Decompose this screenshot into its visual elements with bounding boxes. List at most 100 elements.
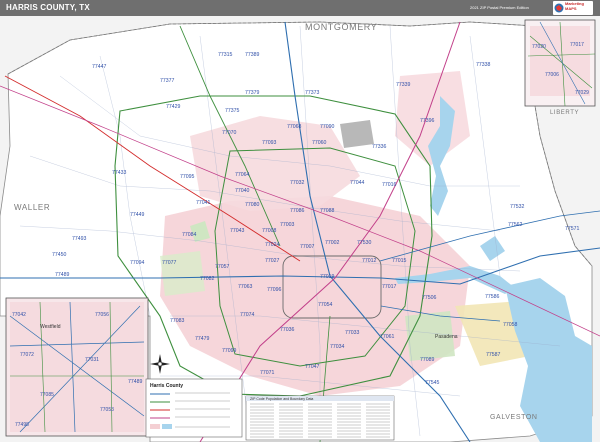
zip-label: 77043 bbox=[230, 228, 245, 234]
inset-sw-zip-1: 77042 bbox=[12, 312, 26, 318]
zip-label: 77532 bbox=[510, 204, 525, 210]
zip-label: 77339 bbox=[396, 82, 411, 88]
inset-zip-1: 77020 bbox=[532, 44, 546, 50]
legend-swatch-2 bbox=[162, 424, 172, 429]
zip-label: 77336 bbox=[372, 144, 387, 150]
legend-swatch-1 bbox=[150, 424, 160, 429]
county-label: GALVESTON bbox=[490, 414, 538, 421]
map-svg[interactable]: 77020 77017 77006 77029 Westfield 77042 … bbox=[0, 16, 600, 442]
zip-label: 77396 bbox=[420, 118, 435, 124]
inset-southwest: Westfield 77042 77056 77072 77031 77085 … bbox=[5, 297, 149, 437]
zip-label: 77489 bbox=[55, 272, 70, 278]
zip-label: 77373 bbox=[305, 90, 320, 96]
zip-label: 77545 bbox=[425, 380, 440, 386]
inset-sw-zip-4: 77031 bbox=[85, 357, 99, 363]
zip-label: 77095 bbox=[180, 174, 195, 180]
legend-title: Harris County bbox=[150, 383, 183, 389]
zip-label: 77389 bbox=[245, 52, 260, 58]
zip-label: 77002 bbox=[325, 240, 340, 246]
zip-label: 77433 bbox=[112, 170, 127, 176]
zip-label: 77041 bbox=[196, 200, 211, 206]
zip-label: 77093 bbox=[262, 140, 277, 146]
zip-label: 77016 bbox=[382, 182, 397, 188]
zip-label: 77012 bbox=[362, 258, 377, 264]
inset-sw-zip-3: 77072 bbox=[20, 352, 34, 358]
zip-label: 77058 bbox=[503, 322, 518, 328]
zip-label: 77015 bbox=[392, 258, 407, 264]
zip-label: 77086 bbox=[290, 208, 305, 214]
zip-label: 77088 bbox=[320, 208, 335, 214]
zip-label: 77082 bbox=[200, 276, 215, 282]
zip-label: 77068 bbox=[287, 124, 302, 130]
zip-label: 77571 bbox=[565, 226, 580, 232]
zip-table-frame bbox=[245, 395, 395, 441]
zip-label: 77489 bbox=[128, 379, 143, 385]
zip-label: 77074 bbox=[240, 312, 255, 318]
zip-label: 77379 bbox=[245, 90, 260, 96]
zip-label: 77017 bbox=[382, 284, 397, 290]
inset-southwest-place: Westfield bbox=[40, 324, 61, 330]
zip-label: 77089 bbox=[420, 357, 435, 363]
zip-label: 77315 bbox=[218, 52, 233, 58]
zip-table-title: ZIP Code Population and Boundary Data bbox=[250, 397, 313, 401]
publisher-logo: Marketing MAPS bbox=[553, 1, 593, 15]
zip-label: 77019 bbox=[320, 274, 335, 280]
zip-label: 77429 bbox=[166, 104, 181, 110]
title-bar: HARRIS COUNTY, TX 2021 ZIP Postal Premiu… bbox=[0, 0, 600, 16]
zip-label: 77080 bbox=[245, 202, 260, 208]
zip-label: 77090 bbox=[320, 124, 335, 130]
inset-sw-zip-5: 77085 bbox=[40, 392, 54, 398]
zip-label: 77096 bbox=[267, 287, 282, 293]
zip-label: 77044 bbox=[350, 180, 365, 186]
zip-label: 77375 bbox=[225, 108, 240, 114]
zip-label: 77587 bbox=[486, 352, 501, 358]
zip-label: 77450 bbox=[52, 252, 67, 258]
edition-label: 2021 ZIP Postal Premium Edition bbox=[470, 5, 529, 10]
county-label: WALLER bbox=[14, 203, 50, 212]
zip-label: 77084 bbox=[182, 232, 197, 238]
inset-northeast: 77020 77017 77006 77029 bbox=[524, 19, 596, 107]
inset-southwest-urban bbox=[10, 302, 144, 432]
zip-label: 77003 bbox=[280, 222, 295, 228]
inset-sw-zip-7: 77498 bbox=[15, 422, 29, 428]
zip-label: 77083 bbox=[170, 318, 185, 324]
zip-label: 77377 bbox=[160, 78, 175, 84]
map-title: HARRIS COUNTY, TX bbox=[6, 3, 90, 12]
zip-label: 77562 bbox=[508, 222, 523, 228]
zip-label: 77027 bbox=[265, 258, 280, 264]
inset-zip-4: 77029 bbox=[575, 90, 589, 96]
county-label: MONTGOMERY bbox=[305, 22, 377, 32]
legend: Harris County bbox=[145, 378, 243, 438]
zip-label: 77060 bbox=[312, 140, 327, 146]
place-label-pasadena: Pasadena bbox=[435, 334, 458, 340]
zip-label: 77040 bbox=[235, 188, 250, 194]
zip-label: 77449 bbox=[130, 212, 145, 218]
airport-iah bbox=[340, 120, 374, 148]
map-canvas[interactable]: 77020 77017 77006 77029 Westfield 77042 … bbox=[0, 16, 600, 442]
inset-sw-zip-6: 77053 bbox=[100, 407, 114, 413]
county-label: LIBERTY bbox=[550, 110, 579, 116]
zip-label: 77094 bbox=[130, 260, 145, 266]
zip-label: 77024 bbox=[265, 242, 280, 248]
zip-label: 77586 bbox=[485, 294, 500, 300]
zip-label: 77063 bbox=[238, 284, 253, 290]
zip-label: 77071 bbox=[260, 370, 275, 376]
logo-line-2: MAPS bbox=[565, 5, 577, 11]
inset-zip-3: 77006 bbox=[545, 72, 559, 78]
zip-label: 77061 bbox=[380, 334, 395, 340]
zip-label: 77077 bbox=[162, 260, 177, 266]
inset-sw-zip-2: 77056 bbox=[95, 312, 109, 318]
map-poster: HARRIS COUNTY, TX 2021 ZIP Postal Premiu… bbox=[0, 0, 600, 442]
urban-green-southwest bbox=[160, 251, 205, 296]
logo-globe-icon bbox=[554, 3, 564, 13]
zip-label: 77036 bbox=[280, 327, 295, 333]
zip-label: 77054 bbox=[318, 302, 333, 308]
zip-label: 77033 bbox=[345, 330, 360, 336]
inset-zip-2: 77017 bbox=[570, 42, 584, 48]
zip-label: 77057 bbox=[215, 264, 230, 270]
zip-label: 77447 bbox=[92, 64, 107, 70]
zip-label: 77032 bbox=[290, 180, 305, 186]
zip-label: 77070 bbox=[222, 130, 237, 136]
zip-label: 77506 bbox=[422, 295, 437, 301]
zip-label: 77047 bbox=[305, 364, 320, 370]
